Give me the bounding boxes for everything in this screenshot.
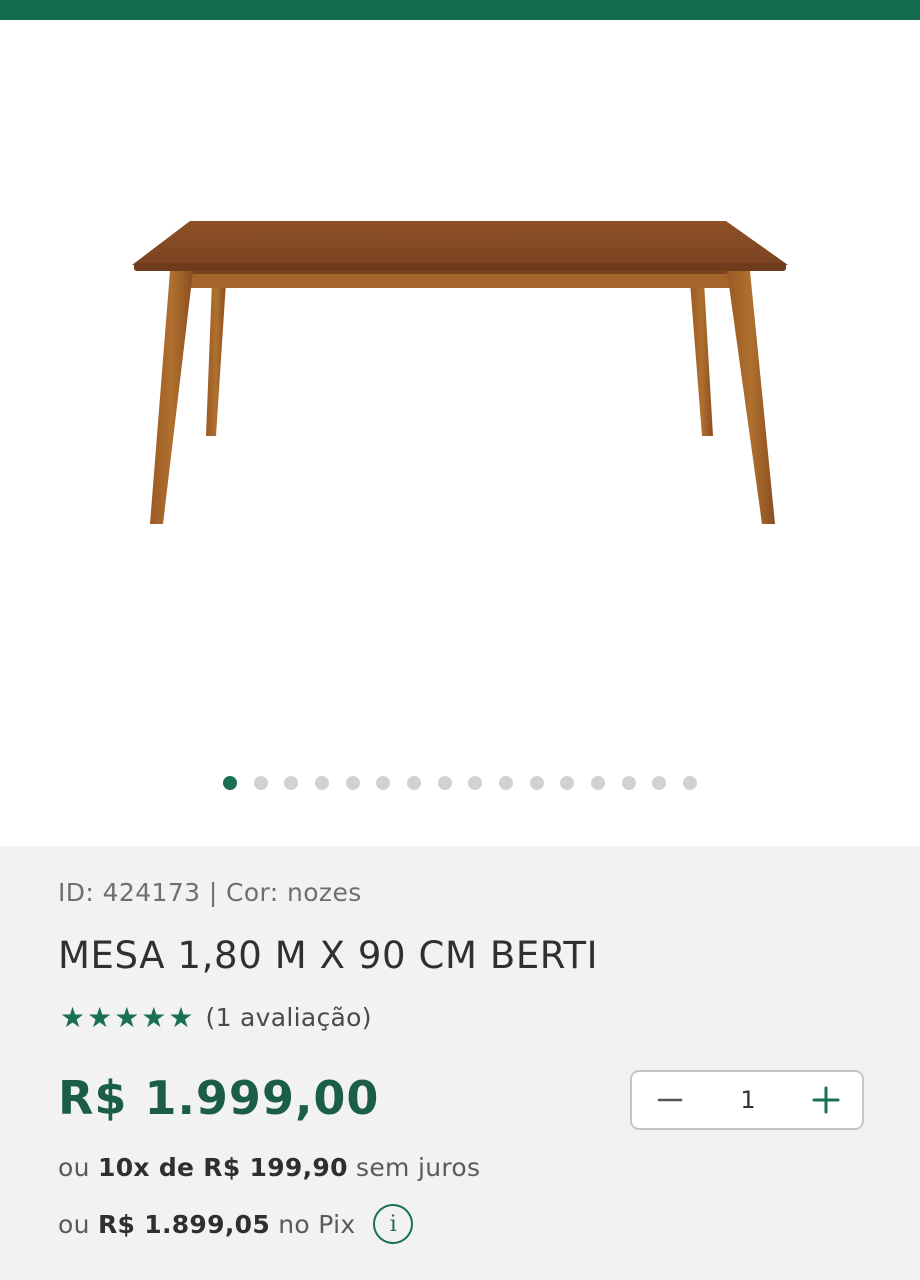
info-icon[interactable]: i [373, 1204, 414, 1244]
increase-quantity-button[interactable] [806, 1080, 846, 1120]
pagination-dot[interactable] [222, 776, 237, 790]
pagination-dot[interactable] [437, 776, 452, 790]
star-rating-icons: ★★★★★ [60, 1001, 196, 1034]
pagination-dot[interactable] [621, 776, 636, 790]
pix-price-info: ou R$ 1.899,05 no Pix i [58, 1204, 414, 1244]
product-color: nozes [286, 878, 362, 907]
installment-info: ou 10x de R$ 199,90 sem juros [58, 1153, 480, 1182]
pix-amount: R$ 1.899,05 [98, 1209, 271, 1239]
pagination-dot[interactable] [468, 776, 483, 790]
decrease-quantity-button[interactable] [650, 1080, 690, 1120]
pagination-dot[interactable] [560, 776, 575, 790]
meta-separator: | [208, 878, 218, 907]
pagination-dot[interactable] [529, 776, 544, 790]
plus-icon [812, 1086, 840, 1114]
product-gallery[interactable] [0, 20, 920, 846]
pagination-dot[interactable] [591, 776, 606, 790]
pagination-dot[interactable] [253, 776, 268, 790]
product-price: R$ 1.999,00 [58, 1071, 380, 1125]
pagination-dot[interactable] [284, 776, 299, 790]
product-image[interactable] [0, 20, 920, 750]
review-count-link[interactable]: (1 avaliação) [206, 1003, 372, 1032]
product-meta: ID: 424173 | Cor: nozes [58, 878, 362, 907]
product-rating[interactable]: ★★★★★ (1 avaliação) [60, 1001, 372, 1034]
pagination-dot[interactable] [652, 776, 667, 790]
product-title: MESA 1,80 M X 90 CM BERTI [58, 934, 599, 977]
pagination-dot[interactable] [314, 776, 329, 790]
pix-suffix: no Pix [278, 1209, 356, 1239]
pagination-dot[interactable] [499, 776, 514, 790]
top-bar [0, 0, 920, 20]
pagination-dot[interactable] [683, 776, 698, 790]
product-id-label: ID: [58, 878, 95, 907]
product-info-panel: ID: 424173 | Cor: nozes MESA 1,80 M X 90… [0, 846, 920, 1280]
minus-icon [657, 1098, 683, 1102]
product-id: 424173 [102, 878, 201, 907]
pagination-dot[interactable] [376, 776, 391, 790]
product-color-label: Cor: [226, 878, 279, 907]
pix-prefix: ou [58, 1209, 90, 1239]
image-pagination-dots [0, 774, 920, 792]
pagination-dot[interactable] [345, 776, 360, 790]
quantity-value[interactable]: 1 [740, 1086, 755, 1114]
pagination-dot[interactable] [406, 776, 421, 790]
installment-prefix: ou [58, 1153, 90, 1182]
quantity-stepper[interactable]: 1 [630, 1070, 864, 1130]
installment-amount: 10x de R$ 199,90 [98, 1153, 348, 1182]
installment-suffix: sem juros [356, 1153, 481, 1182]
